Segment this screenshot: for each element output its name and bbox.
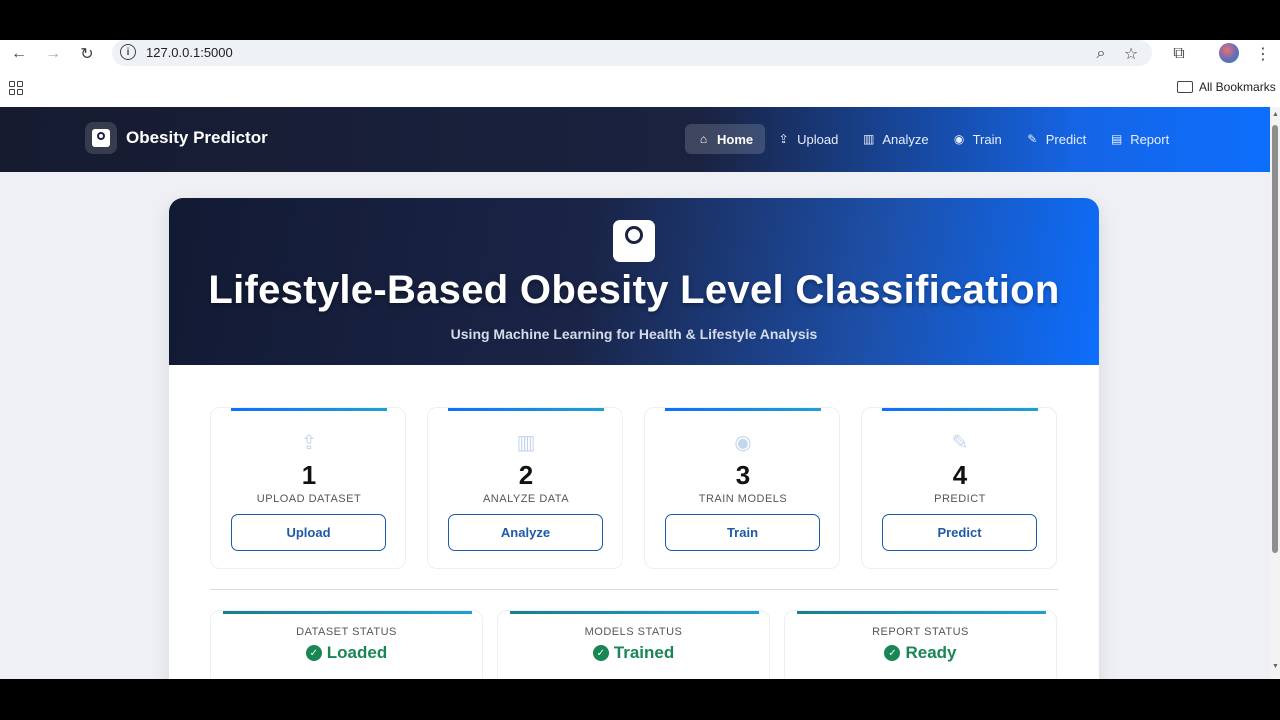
upload-icon: ⇪ <box>300 432 318 454</box>
site-info-icon[interactable]: i <box>120 44 136 60</box>
hero-banner: Lifestyle-Based Obesity Level Classifica… <box>169 198 1099 365</box>
chart-icon: ▥ <box>516 432 536 454</box>
url-text[interactable]: 127.0.0.1:5000 <box>146 45 233 60</box>
check-circle-icon: ✓ <box>305 645 322 661</box>
step-card: ⇪ 1 UPLOAD DATASET Upload <box>210 407 406 569</box>
page-subtitle: Using Machine Learning for Health & Life… <box>450 326 818 342</box>
page-title: Lifestyle-Based Obesity Level Classifica… <box>208 268 1060 312</box>
nav-item-home[interactable]: ⌂ Home <box>685 124 766 154</box>
status-value: ✓ Trained <box>498 643 769 663</box>
back-icon[interactable]: ← <box>7 44 31 64</box>
scrollbar-thumb[interactable] <box>1272 125 1278 553</box>
status-label: DATASET STATUS <box>296 626 397 638</box>
menu-kebab-icon[interactable]: ⋮ <box>1251 44 1275 64</box>
home-icon: ⌂ <box>699 132 708 146</box>
status-value: ✓ Ready <box>785 643 1056 663</box>
nav-item-predict[interactable]: ✎ Predict <box>1014 124 1098 154</box>
main-card: Lifestyle-Based Obesity Level Classifica… <box>169 198 1099 679</box>
forward-icon[interactable]: → <box>41 44 65 64</box>
chart-icon: ▥ <box>863 132 875 146</box>
step-card: ▥ 2 ANALYZE DATA Analyze <box>427 407 623 569</box>
step-label: TRAIN MODELS <box>698 493 788 505</box>
scroll-up-icon[interactable]: ▲ <box>1272 111 1279 118</box>
robot-icon: ◉ <box>953 132 965 146</box>
nav-item-report[interactable]: ▤ Report <box>1098 124 1181 154</box>
apps-grid-icon[interactable] <box>9 81 23 95</box>
nav-item-label: Home <box>717 131 754 147</box>
status-text: Trained <box>613 643 675 662</box>
nav-item-upload[interactable]: ⇪ Upload <box>765 124 850 154</box>
zoom-icon[interactable]: ⌕ <box>1089 44 1113 64</box>
status-label: MODELS STATUS <box>584 626 683 638</box>
pencil-icon: ✎ <box>951 432 969 454</box>
robot-icon: ◉ <box>734 432 752 454</box>
status-text: Loaded <box>326 643 388 662</box>
top-letterbox <box>0 0 1280 40</box>
status-cards: DATASET STATUS ✓ Loaded MODELS STATUS ✓ Train… <box>210 610 1058 679</box>
nav-menu: ⌂ Home ⇪ Upload ▥ Analyze ◉ Train ✎ Predict ▤ Repor… <box>685 124 1181 154</box>
nav-item-label: Analyze <box>882 131 929 147</box>
address-bar[interactable] <box>112 40 1152 66</box>
page-viewport: Obesity Predictor ⌂ Home ⇪ Upload ▥ Analyze ◉ T… <box>0 107 1270 679</box>
status-card: REPORT STATUS ✓ Ready <box>784 610 1057 679</box>
train-button[interactable]: Train <box>665 514 820 551</box>
upload-icon: ⇪ <box>778 132 789 146</box>
brand-name[interactable]: Obesity Predictor <box>126 128 268 148</box>
file-icon: ▤ <box>1111 132 1123 146</box>
status-card: MODELS STATUS ✓ Trained <box>497 610 770 679</box>
status-value: ✓ Loaded <box>211 643 482 663</box>
step-number: 1 <box>301 460 317 490</box>
analyze-button[interactable]: Analyze <box>448 514 603 551</box>
status-label: REPORT STATUS <box>872 626 969 638</box>
nav-item-train[interactable]: ◉ Train <box>941 124 1014 154</box>
profile-avatar[interactable] <box>1219 43 1239 63</box>
step-card: ◉ 3 TRAIN MODELS Train <box>644 407 840 569</box>
predict-button[interactable]: Predict <box>882 514 1037 551</box>
step-label: ANALYZE DATA <box>482 493 570 505</box>
nav-item-label: Predict <box>1045 131 1087 147</box>
app-navbar: Obesity Predictor ⌂ Home ⇪ Upload ▥ Analyze ◉ T… <box>0 107 1270 172</box>
upload-button[interactable]: Upload <box>231 514 386 551</box>
step-number: 4 <box>952 460 968 490</box>
status-text: Ready <box>905 643 957 662</box>
pencil-icon: ✎ <box>1027 132 1038 146</box>
step-label: PREDICT <box>934 493 986 505</box>
bookmarks-folder-icon[interactable] <box>1177 81 1193 93</box>
nav-item-analyze[interactable]: ▥ Analyze <box>850 124 940 154</box>
bookmark-star-icon[interactable]: ☆ <box>1119 44 1143 64</box>
section-divider <box>210 589 1058 590</box>
check-circle-icon: ✓ <box>884 645 901 661</box>
reload-icon[interactable]: ↻ <box>75 44 99 64</box>
all-bookmarks-label[interactable]: All Bookmarks <box>1199 80 1276 94</box>
scroll-down-icon[interactable]: ▼ <box>1272 663 1279 670</box>
browser-chrome: ← → ↻ i 127.0.0.1:5000 ⌕ ☆ ⧉ ⋮ All Bookm… <box>0 40 1280 107</box>
extensions-icon[interactable]: ⧉ <box>1167 44 1191 64</box>
bottom-letterbox <box>0 679 1280 720</box>
nav-item-label: Report <box>1130 131 1170 147</box>
step-number: 3 <box>735 460 751 490</box>
step-number: 2 <box>518 460 534 490</box>
scale-icon <box>613 220 655 262</box>
page-scrollbar[interactable]: ▲ ▼ <box>1270 107 1280 679</box>
check-circle-icon: ✓ <box>592 645 609 661</box>
step-card: ✎ 4 PREDICT Predict <box>861 407 1057 569</box>
scale-icon <box>85 122 117 154</box>
nav-item-label: Train <box>972 131 1002 147</box>
status-card: DATASET STATUS ✓ Loaded <box>210 610 483 679</box>
workflow-steps: ⇪ 1 UPLOAD DATASET Upload ▥ 2 ANALYZE DATA Anal… <box>210 407 1058 569</box>
nav-item-label: Upload <box>797 131 839 147</box>
step-label: UPLOAD DATASET <box>256 493 362 505</box>
